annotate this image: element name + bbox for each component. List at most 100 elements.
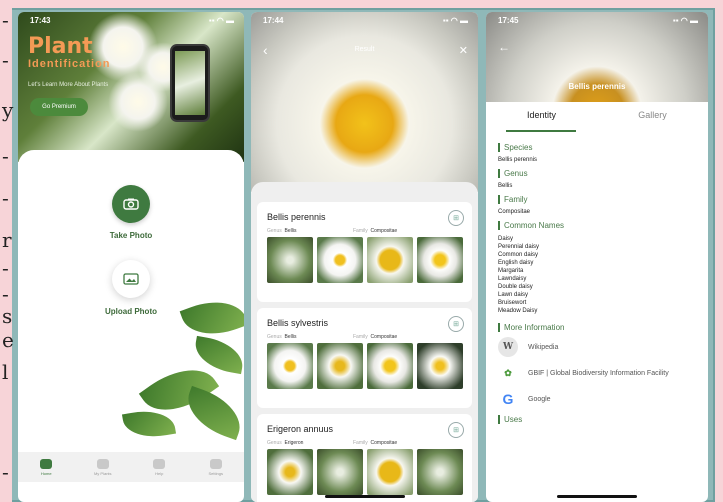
tab-my-plants[interactable]: My Plants — [88, 458, 118, 476]
back-button[interactable]: ← — [498, 40, 510, 54]
list-item: English daisy — [498, 260, 534, 266]
gbif-icon: ✿ — [498, 363, 518, 383]
upload-photo-button[interactable] — [112, 260, 150, 298]
go-premium-button[interactable]: Go Premium — [30, 98, 88, 116]
source-link-gbif[interactable]: ✿ GBIF | Global Biodiversity Information… — [498, 363, 698, 383]
edge-char: - — [2, 186, 9, 210]
list-item: Perennial daisy — [498, 244, 540, 250]
take-photo-button[interactable] — [112, 185, 150, 223]
thumbnail-image[interactable] — [367, 343, 413, 389]
phone-illustration — [170, 44, 210, 122]
thumbnail-image[interactable] — [367, 449, 413, 495]
result-thumbnails — [267, 449, 463, 495]
bookmark-icon: ⊞ — [453, 321, 459, 328]
common-names-list: Daisy Perennial daisy Common daisy Engli… — [498, 235, 698, 315]
thumbnail-image[interactable] — [267, 343, 313, 389]
source-link-wikipedia[interactable]: W Wikipedia — [498, 337, 698, 357]
edge-char: - — [2, 282, 9, 306]
home-screen: 17:43 ▪▪ ◠ ▬ Plant Identification Let's … — [18, 12, 244, 502]
result-family: Family Compositae — [353, 228, 398, 234]
tab-label: Home — [40, 470, 52, 476]
result-card[interactable]: Erigeron annuus ⊞ Genus Erigeron Family … — [257, 414, 472, 502]
source-link-google[interactable]: G Google — [498, 389, 698, 409]
home-indicator — [324, 495, 405, 498]
thumbnail-image[interactable] — [317, 449, 363, 495]
section-heading-more-information: More Information — [498, 323, 698, 332]
active-tab-indicator — [506, 130, 576, 132]
home-icon — [40, 458, 53, 469]
result-genus: Genus Bellis — [267, 334, 297, 340]
help-icon — [153, 458, 166, 469]
section-heading-family: Family — [498, 195, 698, 204]
save-button[interactable]: ⊞ — [448, 422, 464, 438]
thumbnail-image[interactable] — [417, 343, 463, 389]
tab-label: My Plants — [93, 470, 112, 476]
section-heading-common-names: Common Names — [498, 221, 698, 230]
result-genus: Genus Erigeron — [267, 440, 304, 446]
thumbnail-image[interactable] — [267, 237, 313, 283]
edge-char: - — [2, 144, 9, 168]
status-time: 17:45 — [498, 16, 519, 25]
edge-char: e — [2, 328, 14, 352]
edge-char: r — [2, 228, 12, 252]
thumbnail-image[interactable] — [317, 343, 363, 389]
cropped-side-text: - - y - - r - - s e l - — [0, 0, 14, 502]
source-label: GBIF | Global Biodiversity Information F… — [528, 369, 669, 377]
list-item: Lawn daisy — [498, 292, 529, 298]
app-tagline: Let's Learn More About Plants — [28, 82, 109, 88]
status-time: 17:43 — [30, 16, 51, 25]
list-item: Double daisy — [498, 284, 533, 290]
edge-char: - — [2, 256, 9, 280]
status-bar: 17:45 ▪▪ ◠ ▬ — [498, 16, 698, 25]
app-subtitle: Identification — [28, 58, 111, 70]
tab-gallery[interactable]: Gallery — [597, 102, 708, 132]
edge-char: s — [2, 304, 13, 328]
tab-home[interactable]: Home — [31, 458, 61, 476]
list-item: Lawndaisy — [498, 276, 527, 282]
app-title: Plant — [28, 34, 93, 59]
identity-details: Species Bellis perennis Genus Bellis Fam… — [498, 137, 698, 429]
results-list: Bellis perennis ⊞ Genus Bellis Family Co… — [251, 182, 478, 502]
save-button[interactable]: ⊞ — [448, 316, 464, 332]
section-heading-species: Species — [498, 143, 698, 152]
tab-label: Settings — [208, 470, 223, 476]
wikipedia-icon: W — [498, 337, 518, 357]
save-button[interactable]: ⊞ — [448, 210, 464, 226]
tab-help[interactable]: Help — [144, 458, 174, 476]
tab-settings[interactable]: Settings — [201, 458, 231, 476]
status-time: 17:44 — [263, 16, 284, 25]
list-item: Daisy — [498, 236, 514, 242]
tab-identity[interactable]: Identity — [486, 102, 597, 132]
edge-char: - — [2, 8, 9, 32]
take-photo-label[interactable]: Take Photo — [18, 231, 244, 240]
thumbnail-image[interactable] — [267, 449, 313, 495]
result-thumbnails — [267, 237, 463, 283]
thumbnail-image[interactable] — [417, 237, 463, 283]
species-value: Bellis perennis — [498, 157, 538, 163]
plant-icon — [96, 458, 109, 469]
tab-label: Help — [155, 470, 164, 476]
status-icons: ▪▪ ◠ ▬ — [672, 16, 698, 25]
status-bar: 17:44 ▪▪ ◠ ▬ — [263, 16, 468, 25]
bottom-tab-bar: Home My Plants Help Settings — [18, 452, 244, 482]
section-heading-uses: Uses — [498, 415, 698, 424]
result-name: Erigeron annuus — [267, 424, 334, 434]
thumbnail-image[interactable] — [417, 449, 463, 495]
close-button[interactable]: ✕ — [459, 44, 468, 57]
status-icons: ▪▪ ◠ ▬ — [208, 16, 234, 25]
list-item: Meadow Daisy — [498, 308, 538, 314]
result-card[interactable]: Bellis perennis ⊞ Genus Bellis Family Co… — [257, 202, 472, 302]
result-family: Family Compositae — [353, 440, 398, 446]
flower-photo — [251, 12, 478, 192]
flower-decoration — [108, 72, 168, 132]
edge-char: l — [2, 360, 9, 384]
edge-char: - — [2, 460, 9, 484]
thumbnail-image[interactable] — [367, 237, 413, 283]
result-card[interactable]: Bellis sylvestris ⊞ Genus Bellis Family … — [257, 308, 472, 408]
close-icon: ✕ — [458, 45, 468, 57]
result-thumbnails — [267, 343, 463, 389]
genus-value: Bellis — [498, 183, 513, 189]
bookmark-icon: ⊞ — [453, 215, 459, 222]
detail-screen: 17:45 ▪▪ ◠ ▬ ← Bellis perennis Identity … — [486, 12, 708, 502]
thumbnail-image[interactable] — [317, 237, 363, 283]
